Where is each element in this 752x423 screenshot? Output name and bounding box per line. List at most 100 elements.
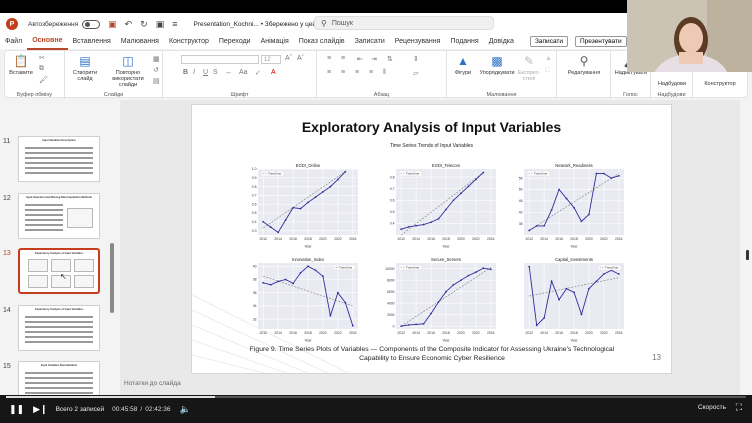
chart-point [307, 201, 309, 204]
thumbnails-scrollbar[interactable] [110, 243, 114, 313]
present-button[interactable]: Презентувати [575, 36, 627, 47]
tab-1[interactable]: Основне [27, 34, 68, 50]
chart-y-tick-label: 0 [393, 324, 395, 328]
fullscreen-icon[interactable]: ⛶ [736, 402, 742, 413]
font-name-box[interactable] [181, 55, 259, 64]
shape-fill-icon[interactable]: ▲ [545, 55, 552, 62]
increase-font-icon[interactable]: Aˆ [285, 55, 292, 62]
slide-thumbnail[interactable]: Exploratory Analysis of Input Variables ↖ [18, 248, 100, 294]
chart-x-tick-label: 2016 [427, 237, 435, 241]
editing-button[interactable]: ⚲ Редагування [561, 55, 607, 77]
chart-x-tick-label: 2014 [274, 331, 282, 335]
addins-button[interactable]: Надбудови [653, 81, 691, 87]
present-from-start-icon[interactable]: ▣ [156, 19, 165, 30]
record-button[interactable]: Записати [530, 36, 569, 47]
volume-icon[interactable]: 🔈 [180, 404, 191, 415]
tab-0[interactable]: Файл [0, 35, 27, 49]
align-left-icon[interactable]: ≡ [327, 69, 331, 76]
tab-10[interactable]: Подання [445, 35, 483, 49]
chart-title: EGDI_Online [296, 163, 321, 168]
chart-x-tick-label: 2018 [442, 331, 450, 335]
text-direction-icon[interactable]: ⇕ [413, 55, 419, 63]
decrease-indent-icon[interactable]: ⇤ [357, 55, 363, 63]
current-slide[interactable]: Exploratory Analysis of Input Variables … [191, 104, 672, 374]
search-box[interactable]: ⚲ Пошук [314, 16, 494, 30]
slide-title: Exploratory Analysis of Input Variables [301, 119, 562, 135]
shapes-button[interactable]: ▲ Фігури [449, 55, 477, 77]
decrease-font-icon[interactable]: Aˇ [297, 55, 304, 62]
highlight-icon[interactable]: ✓ [255, 69, 261, 77]
pause-icon[interactable]: ❚❚ [9, 404, 24, 415]
arrange-button[interactable]: ▩ Упорядкувати [479, 55, 515, 77]
align-center-icon[interactable]: ≡ [341, 69, 345, 76]
bullets-icon[interactable]: ≡ [327, 55, 331, 62]
designer-button[interactable]: Конструктор [695, 81, 745, 87]
next-icon[interactable]: ▶❙ [33, 404, 47, 415]
playback-progress-fill [6, 396, 216, 398]
format-painter-icon[interactable]: 🖌 [39, 76, 48, 84]
underline-icon[interactable]: U [203, 69, 208, 76]
thumbnail-line [25, 392, 93, 394]
slide-scrollbar-handle[interactable] [746, 250, 749, 260]
chart-legend-label: Trend line [534, 172, 548, 176]
notes-placeholder[interactable]: Нотатки до слайда [124, 380, 181, 387]
tab-8[interactable]: Записати [350, 35, 390, 49]
justify-icon[interactable]: ≡ [369, 69, 373, 76]
italic-icon[interactable]: I [193, 69, 195, 76]
reuse-slides-button[interactable]: ◫ Повторно використати слайди [105, 55, 151, 89]
slide-thumbnail[interactable]: Input Variables Description [18, 136, 100, 182]
document-title[interactable]: Presentation_Kochni... • Збережено у цей… [193, 21, 331, 28]
slide-thumbnail[interactable]: Exploratory Analysis of Input Variables [18, 305, 100, 351]
chart-point [292, 206, 294, 209]
shape-outline-icon[interactable]: □ [545, 67, 549, 74]
tab-3[interactable]: Малювання [116, 35, 164, 49]
align-right-icon[interactable]: ≡ [355, 69, 359, 76]
tab-9[interactable]: Рецензування [390, 35, 446, 49]
playback-progress[interactable] [6, 396, 746, 398]
new-slide-button[interactable]: ▤ Створити слайд [68, 55, 102, 83]
numbering-icon[interactable]: ≡ [341, 55, 345, 62]
chart-x-tick-label: 2016 [289, 331, 297, 335]
tab-7[interactable]: Показ слайдів [294, 35, 350, 49]
webcam-video [627, 0, 752, 72]
chart-x-tick-label: 2018 [570, 331, 578, 335]
customize-toolbar-icon[interactable]: ≡ [172, 19, 177, 29]
slide-scrollbar[interactable] [744, 100, 752, 400]
chart-x-tick-label: 2012 [525, 237, 533, 241]
columns-icon[interactable]: ‖ [383, 69, 386, 76]
save-icon[interactable]: ▣ [108, 19, 117, 30]
chart-x-axis-label: Year [570, 339, 578, 343]
copy-icon[interactable]: ⧉ [39, 65, 44, 73]
chart-y-tick-label: 40 [519, 210, 523, 214]
undo-icon[interactable]: ↶ [125, 19, 133, 30]
cut-icon[interactable]: ✂ [39, 54, 45, 62]
redo-icon[interactable]: ↻ [140, 19, 148, 30]
layout-icon[interactable]: ▦ [153, 55, 160, 63]
thumbnail-title: Input Variables Description [42, 139, 76, 142]
line-spacing-icon[interactable]: ⇅ [387, 55, 393, 63]
change-case-icon[interactable]: Aa [239, 69, 248, 76]
strikethrough-icon[interactable]: S [213, 69, 218, 76]
reset-icon[interactable]: ↺ [153, 66, 159, 74]
quick-styles-button[interactable]: ✎ Експрес-стилі [515, 55, 543, 83]
increase-indent-icon[interactable]: ⇥ [371, 55, 377, 63]
bold-icon[interactable]: B [183, 69, 188, 76]
smartart-icon[interactable]: ▱ [413, 69, 418, 77]
tab-4[interactable]: Конструктор [164, 35, 214, 49]
arrange-label: Упорядкувати [479, 70, 515, 76]
tab-6[interactable]: Анімація [256, 35, 294, 49]
paste-button[interactable]: 📋 Вставити [9, 55, 33, 77]
chart-point [344, 301, 347, 304]
slide-thumbnail[interactable]: Input Selection and Missing Data Imputat… [18, 193, 100, 239]
font-size-box[interactable]: 12 [261, 55, 281, 64]
autosave-toggle[interactable] [82, 19, 101, 29]
font-color-icon[interactable]: A [271, 69, 276, 76]
thumbnail-number: 15 [3, 363, 11, 370]
tab-11[interactable]: Довідка [484, 35, 519, 49]
spacing-icon[interactable]: ↔ [225, 69, 232, 76]
tab-5[interactable]: Переходи [214, 35, 256, 49]
section-icon[interactable]: ▤ [153, 77, 160, 85]
tab-2[interactable]: Вставлення [68, 35, 116, 49]
chart-point [299, 207, 302, 210]
speed-button[interactable]: Скорость [698, 404, 726, 411]
